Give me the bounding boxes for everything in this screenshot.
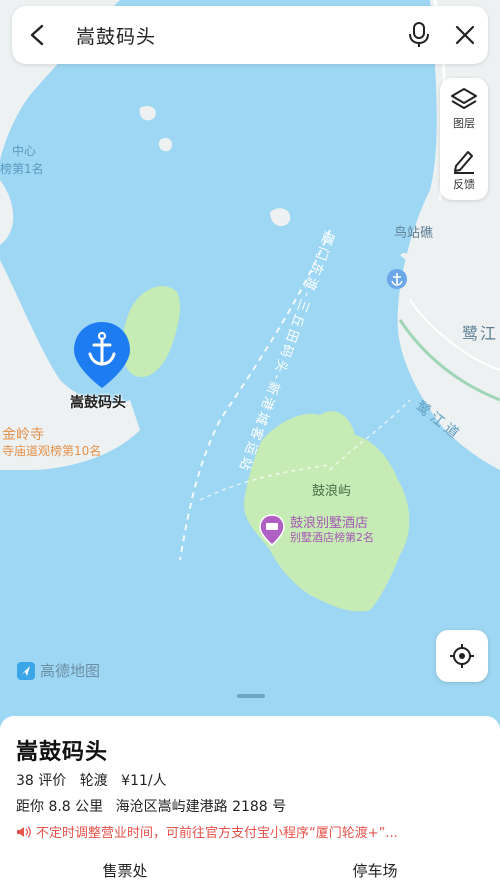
feedback-button[interactable]: 反馈 [440,139,488,200]
poi-tabs: 售票处 停车场 [0,860,500,881]
poi-notice-text: 不定时调整营业时间，可前往官方支付宝小程序“厦门轮渡+”... [36,826,398,841]
map-label-jinling-rank: 寺庙道观榜第10名 [2,444,102,458]
poi-detail-sheet: 嵩鼓码头 38 评价 轮渡 ¥11/人 距你 8.8 公里 海沧区嵩屿建港路 2… [0,716,500,892]
chevron-left-icon [30,24,44,46]
tab-parking[interactable]: 停车场 [250,860,500,881]
map-tools-panel: 图层 反馈 [440,78,488,200]
poi-reviews[interactable]: 38 评价 [16,773,66,789]
selected-pin-label: 嵩鼓码头 [70,395,126,411]
map-view[interactable]: 中心 榜第1名 鸟站礁 鹭江 鹭江道 厦门东渡-三丘田码头-新港城客运站 鼓浪屿… [0,0,500,720]
poi-price: ¥11/人 [121,773,167,789]
map-label-lujiang: 鹭江 [462,324,499,343]
microphone-icon [409,22,429,47]
map-label-jinling-temple: 金岭寺 [2,427,44,443]
tab-ticket-office[interactable]: 售票处 [0,860,250,881]
hotel-marker-icon[interactable] [259,514,285,550]
poi-title: 嵩鼓码头 [16,740,109,765]
map-label-hotel-rank: 别墅酒店榜第2名 [290,531,374,544]
locate-me-button[interactable] [436,630,488,682]
poi-notice[interactable]: 不定时调整营业时间，可前往官方支付宝小程序“厦门轮渡+”... [16,822,486,841]
map-label-rank: 榜第1名 [0,162,44,176]
amap-logo-text: 高德地图 [40,662,101,680]
layers-label: 图层 [453,116,475,130]
voice-search-button[interactable] [396,6,442,64]
feedback-label: 反馈 [453,177,475,191]
selected-pin-anchor-icon[interactable] [72,320,132,394]
map-label-gulangyu: 鼓浪屿 [312,484,352,499]
back-button[interactable] [12,6,64,64]
anchor-marker-small-icon[interactable] [386,268,408,294]
search-input[interactable]: 嵩鼓码头 [64,22,396,49]
amap-logo-icon [17,661,35,680]
speaker-icon [17,826,31,837]
layers-icon [451,87,477,109]
amap-logo: 高德地图 [16,660,100,681]
layers-button[interactable]: 图层 [440,78,488,139]
clear-search-button[interactable] [442,6,488,64]
map-label-center: 中心 [12,144,37,158]
poi-distance: 距你 8.8 公里 [16,799,104,815]
poi-meta: 38 评价 轮渡 ¥11/人 [16,770,176,790]
crosshair-icon [450,644,474,668]
close-icon [455,25,475,45]
sheet-drag-handle[interactable] [237,694,265,698]
poi-category: 轮渡 [79,773,108,789]
map-label-wuzhanjiao: 鸟站礁 [394,226,434,241]
poi-address: 海沧区嵩屿建港路 2188 号 [115,799,287,815]
edit-pencil-icon [454,150,474,174]
poi-address-row: 距你 8.8 公里 海沧区嵩屿建港路 2188 号 [16,796,294,816]
search-bar: 嵩鼓码头 [12,6,488,64]
